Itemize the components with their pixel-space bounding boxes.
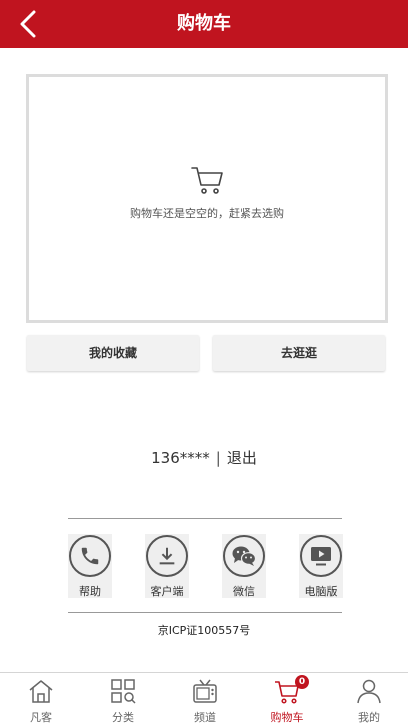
bottom-tab-bar: 凡客 分类 频道 0 购物车 我的	[0, 672, 408, 726]
footer-link-label: 客户端	[150, 585, 184, 598]
tab-label: 分类	[112, 711, 134, 724]
client-icon-circle	[146, 535, 188, 577]
phone-icon	[81, 547, 99, 565]
user-phone: 136****	[151, 449, 210, 467]
tab-label: 凡客	[30, 711, 52, 724]
wechat-icon	[232, 546, 257, 566]
tab-channel[interactable]: 频道	[175, 675, 235, 725]
download-icon	[159, 547, 175, 565]
footer-link-label: 帮助	[79, 585, 101, 598]
page-title: 购物车	[177, 13, 231, 34]
cart-icon	[191, 167, 223, 194]
help-icon-circle	[69, 535, 111, 577]
footer-link-pc[interactable]: 电脑版	[299, 534, 343, 598]
footer-divider-bottom	[68, 612, 342, 613]
monitor-icon	[311, 547, 331, 566]
tab-label: 我的	[358, 711, 380, 724]
footer-link-label: 微信	[233, 585, 255, 598]
separator: |	[215, 449, 221, 467]
cart-count-badge: 0	[295, 675, 309, 689]
footer-link-wechat[interactable]: 微信	[222, 534, 266, 598]
wechat-icon-circle	[223, 535, 265, 577]
tab-cart[interactable]: 0 购物车	[257, 675, 317, 725]
tab-mine[interactable]: 我的	[339, 675, 399, 725]
user-icon	[357, 679, 381, 704]
tab-label: 购物车	[270, 711, 304, 724]
footer-link-help[interactable]: 帮助	[68, 534, 112, 598]
empty-cart-panel: 购物车还是空空的，赶紧去选购	[26, 74, 388, 323]
empty-cart-message: 购物车还是空空的，赶紧去选购	[130, 207, 284, 220]
tab-category[interactable]: 分类	[93, 675, 153, 725]
footer-link-client[interactable]: 客户端	[145, 534, 189, 598]
tv-icon	[193, 679, 217, 703]
logout-link[interactable]: 退出	[227, 449, 257, 467]
footer-divider-top	[68, 518, 342, 519]
header-bar: 购物车	[0, 0, 408, 48]
grid-icon	[111, 679, 136, 704]
my-favorites-button[interactable]: 我的收藏	[27, 335, 199, 371]
footer-link-label: 电脑版	[304, 585, 338, 598]
home-icon	[29, 680, 53, 703]
tab-label: 频道	[194, 711, 216, 724]
icp-license: 京ICP证100557号	[157, 624, 251, 637]
pc-icon-circle	[300, 535, 342, 577]
go-shopping-button[interactable]: 去逛逛	[213, 335, 385, 371]
tab-home[interactable]: 凡客	[11, 675, 71, 725]
account-info: 136**** | 退出	[0, 447, 408, 468]
